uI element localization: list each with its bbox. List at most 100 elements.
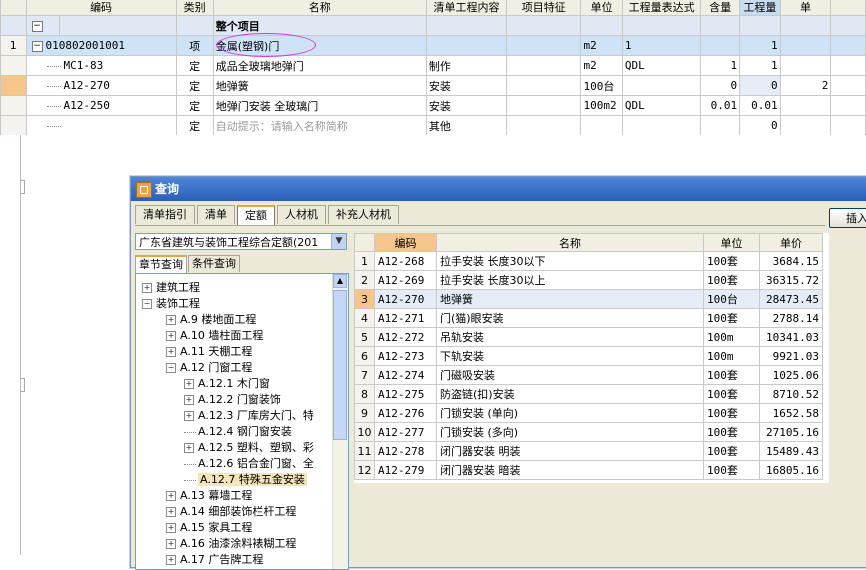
quota-price[interactable]: 9921.03 (759, 346, 823, 366)
row-extra[interactable] (779, 95, 832, 116)
row-unit[interactable]: m2 (580, 35, 623, 56)
expand-icon[interactable]: + (166, 315, 176, 325)
tab-chapter-search[interactable]: 章节查询 (135, 255, 187, 273)
scroll-thumb[interactable] (333, 290, 347, 440)
table-row[interactable]: A12-270 定 地弹簧 安装 100台 0 0 2 (0, 75, 866, 96)
row-name[interactable]: 地弹簧 (212, 75, 427, 96)
tree-item[interactable]: + A.11 天棚工程 (166, 344, 252, 360)
row-ratio[interactable]: 0 (700, 75, 741, 96)
row-type[interactable]: 定 (175, 115, 214, 135)
row-code-cell[interactable]: −010802001001 (25, 35, 177, 56)
quota-name[interactable]: 闭门器安装 暗装 (436, 460, 704, 480)
row-expr[interactable]: QDL (621, 95, 702, 116)
row-name[interactable]: 地弹门安装 全玻璃门 (212, 95, 427, 116)
quota-price[interactable]: 1652.58 (759, 403, 823, 423)
chevron-down-icon[interactable]: ▼ (331, 234, 346, 249)
row-extra[interactable] (779, 115, 832, 135)
row-feature[interactable] (506, 115, 582, 135)
expand-icon[interactable]: + (166, 523, 176, 533)
row-extra[interactable] (779, 35, 832, 56)
tree-item[interactable]: A.12.7 特殊五金安装 (184, 472, 307, 488)
quota-unit[interactable]: 100套 (703, 422, 760, 442)
row-qty[interactable]: 1 (739, 35, 781, 56)
table-row[interactable]: 9 A12-276 门锁安装 (单向) 100套 1652.58 (354, 403, 823, 423)
dialog-titlebar[interactable]: 查询 (131, 177, 866, 201)
quota-code[interactable]: A12-271 (374, 308, 437, 328)
tree-item[interactable]: + A.16 油漆涂料裱糊工程 (166, 536, 296, 552)
chapter-tree[interactable]: + 建筑工程 − 装饰工程 + A.9 楼地面工程 + A.10 墙柱面工程 + A.11 天棚工… (135, 273, 349, 570)
expand-icon[interactable]: + (184, 379, 194, 389)
row-expr[interactable] (621, 75, 702, 96)
bill-header-name[interactable]: 名称 (212, 0, 427, 16)
row-number[interactable] (0, 55, 27, 76)
collapse-icon[interactable]: − (142, 299, 152, 309)
row-number[interactable]: 1 (0, 35, 27, 56)
row-expr[interactable]: 1 (621, 35, 702, 56)
table-row[interactable]: 定 自动提示：请输入名称简称 其他 0 (0, 115, 866, 135)
row-content[interactable]: 其他 (425, 115, 508, 135)
quota-code[interactable]: A12-268 (374, 251, 437, 271)
row-feature[interactable] (506, 95, 582, 116)
quota-code[interactable]: A12-274 (374, 365, 437, 385)
tree-item[interactable]: A.12.6 铝合金门窗、全 (184, 456, 314, 472)
quota-unit[interactable]: 100m (703, 327, 760, 347)
row-type[interactable]: 定 (175, 75, 214, 96)
tree-item[interactable]: + A.12.2 门窗装饰 (184, 392, 281, 408)
bill-header-content[interactable]: 清单工程内容 (425, 0, 508, 16)
tree-item[interactable]: + A.15 家具工程 (166, 520, 252, 536)
tree-item[interactable]: + A.12.5 塑料、塑钢、彩 (184, 440, 314, 456)
table-row[interactable]: 10 A12-277 门锁安装 (多向) 100套 27105.16 (354, 422, 823, 442)
quota-price[interactable]: 15489.43 (759, 441, 823, 461)
quota-price[interactable]: 28473.45 (759, 289, 823, 309)
row-ratio[interactable] (700, 35, 741, 56)
row-number[interactable]: 9 (354, 403, 375, 423)
quota-code[interactable]: A12-275 (374, 384, 437, 404)
quota-name[interactable]: 门(猫)眼安装 (436, 308, 704, 328)
quota-code[interactable]: A12-279 (374, 460, 437, 480)
table-row[interactable]: 4 A12-271 门(猫)眼安装 100套 2788.14 (354, 308, 823, 328)
quota-price[interactable]: 27105.16 (759, 422, 823, 442)
quota-code[interactable]: A12-273 (374, 346, 437, 366)
tree-item[interactable]: + A.10 墙柱面工程 (166, 328, 263, 344)
quota-price[interactable]: 1025.06 (759, 365, 823, 385)
expand-icon[interactable]: + (184, 395, 194, 405)
row-qty[interactable]: 1 (739, 55, 781, 76)
quota-unit[interactable]: 100套 (703, 270, 760, 290)
tree-item[interactable]: + A.17 广告牌工程 (166, 552, 263, 568)
bill-header-type[interactable]: 类别 (175, 0, 214, 16)
row-expr[interactable]: QDL (621, 55, 702, 76)
tab-bill-guide[interactable]: 清单指引 (135, 205, 195, 224)
row-code-cell[interactable]: MC1-83 (25, 55, 177, 76)
row-ratio[interactable]: 0.01 (700, 95, 741, 116)
row-qty[interactable]: 0 (739, 75, 781, 96)
row-name[interactable]: 成品全玻璃地弹门 (212, 55, 427, 76)
expand-icon[interactable]: + (184, 443, 194, 453)
tree-item[interactable]: + A.12.3 厂库房大门、特 (184, 408, 314, 424)
expand-icon[interactable]: + (166, 331, 176, 341)
row-number[interactable]: 5 (354, 327, 375, 347)
tree-item[interactable]: + A.14 细部装饰栏杆工程 (166, 504, 296, 520)
bill-header-expr[interactable]: 工程量表达式 (621, 0, 702, 16)
row-qty[interactable]: 0 (739, 115, 781, 135)
expand-icon[interactable]: + (184, 411, 194, 421)
row-unit[interactable]: m2 (580, 55, 623, 76)
quota-header-name[interactable]: 名称 (436, 233, 704, 252)
tree-item[interactable]: + A.9 楼地面工程 (166, 312, 256, 328)
quota-price[interactable]: 8710.52 (759, 384, 823, 404)
row-ratio[interactable]: 1 (700, 55, 741, 76)
quota-unit[interactable]: 100m (703, 346, 760, 366)
quota-name[interactable]: 防盗链(扣)安装 (436, 384, 704, 404)
row-extra[interactable] (779, 55, 832, 76)
table-row[interactable]: MC1-83 定 成品全玻璃地弹门 制作 m2 QDL 1 1 (0, 55, 866, 76)
row-number[interactable]: 8 (354, 384, 375, 404)
tree-item[interactable]: + A.12.1 木门窗 (184, 376, 270, 392)
expand-icon[interactable]: + (142, 283, 152, 293)
table-row[interactable]: 1 A12-268 拉手安装 长度30以下 100套 3684.15 (354, 251, 823, 271)
quota-unit[interactable]: 100套 (703, 403, 760, 423)
quota-header-unit[interactable]: 单位 (703, 233, 760, 252)
quota-code[interactable]: A12-270 (374, 289, 437, 309)
tab-condition-search[interactable]: 条件查询 (188, 255, 240, 272)
row-number[interactable]: 1 (354, 251, 375, 271)
tree-item[interactable]: A.12.4 钢门窗安装 (184, 424, 292, 440)
row-feature[interactable] (506, 35, 582, 56)
